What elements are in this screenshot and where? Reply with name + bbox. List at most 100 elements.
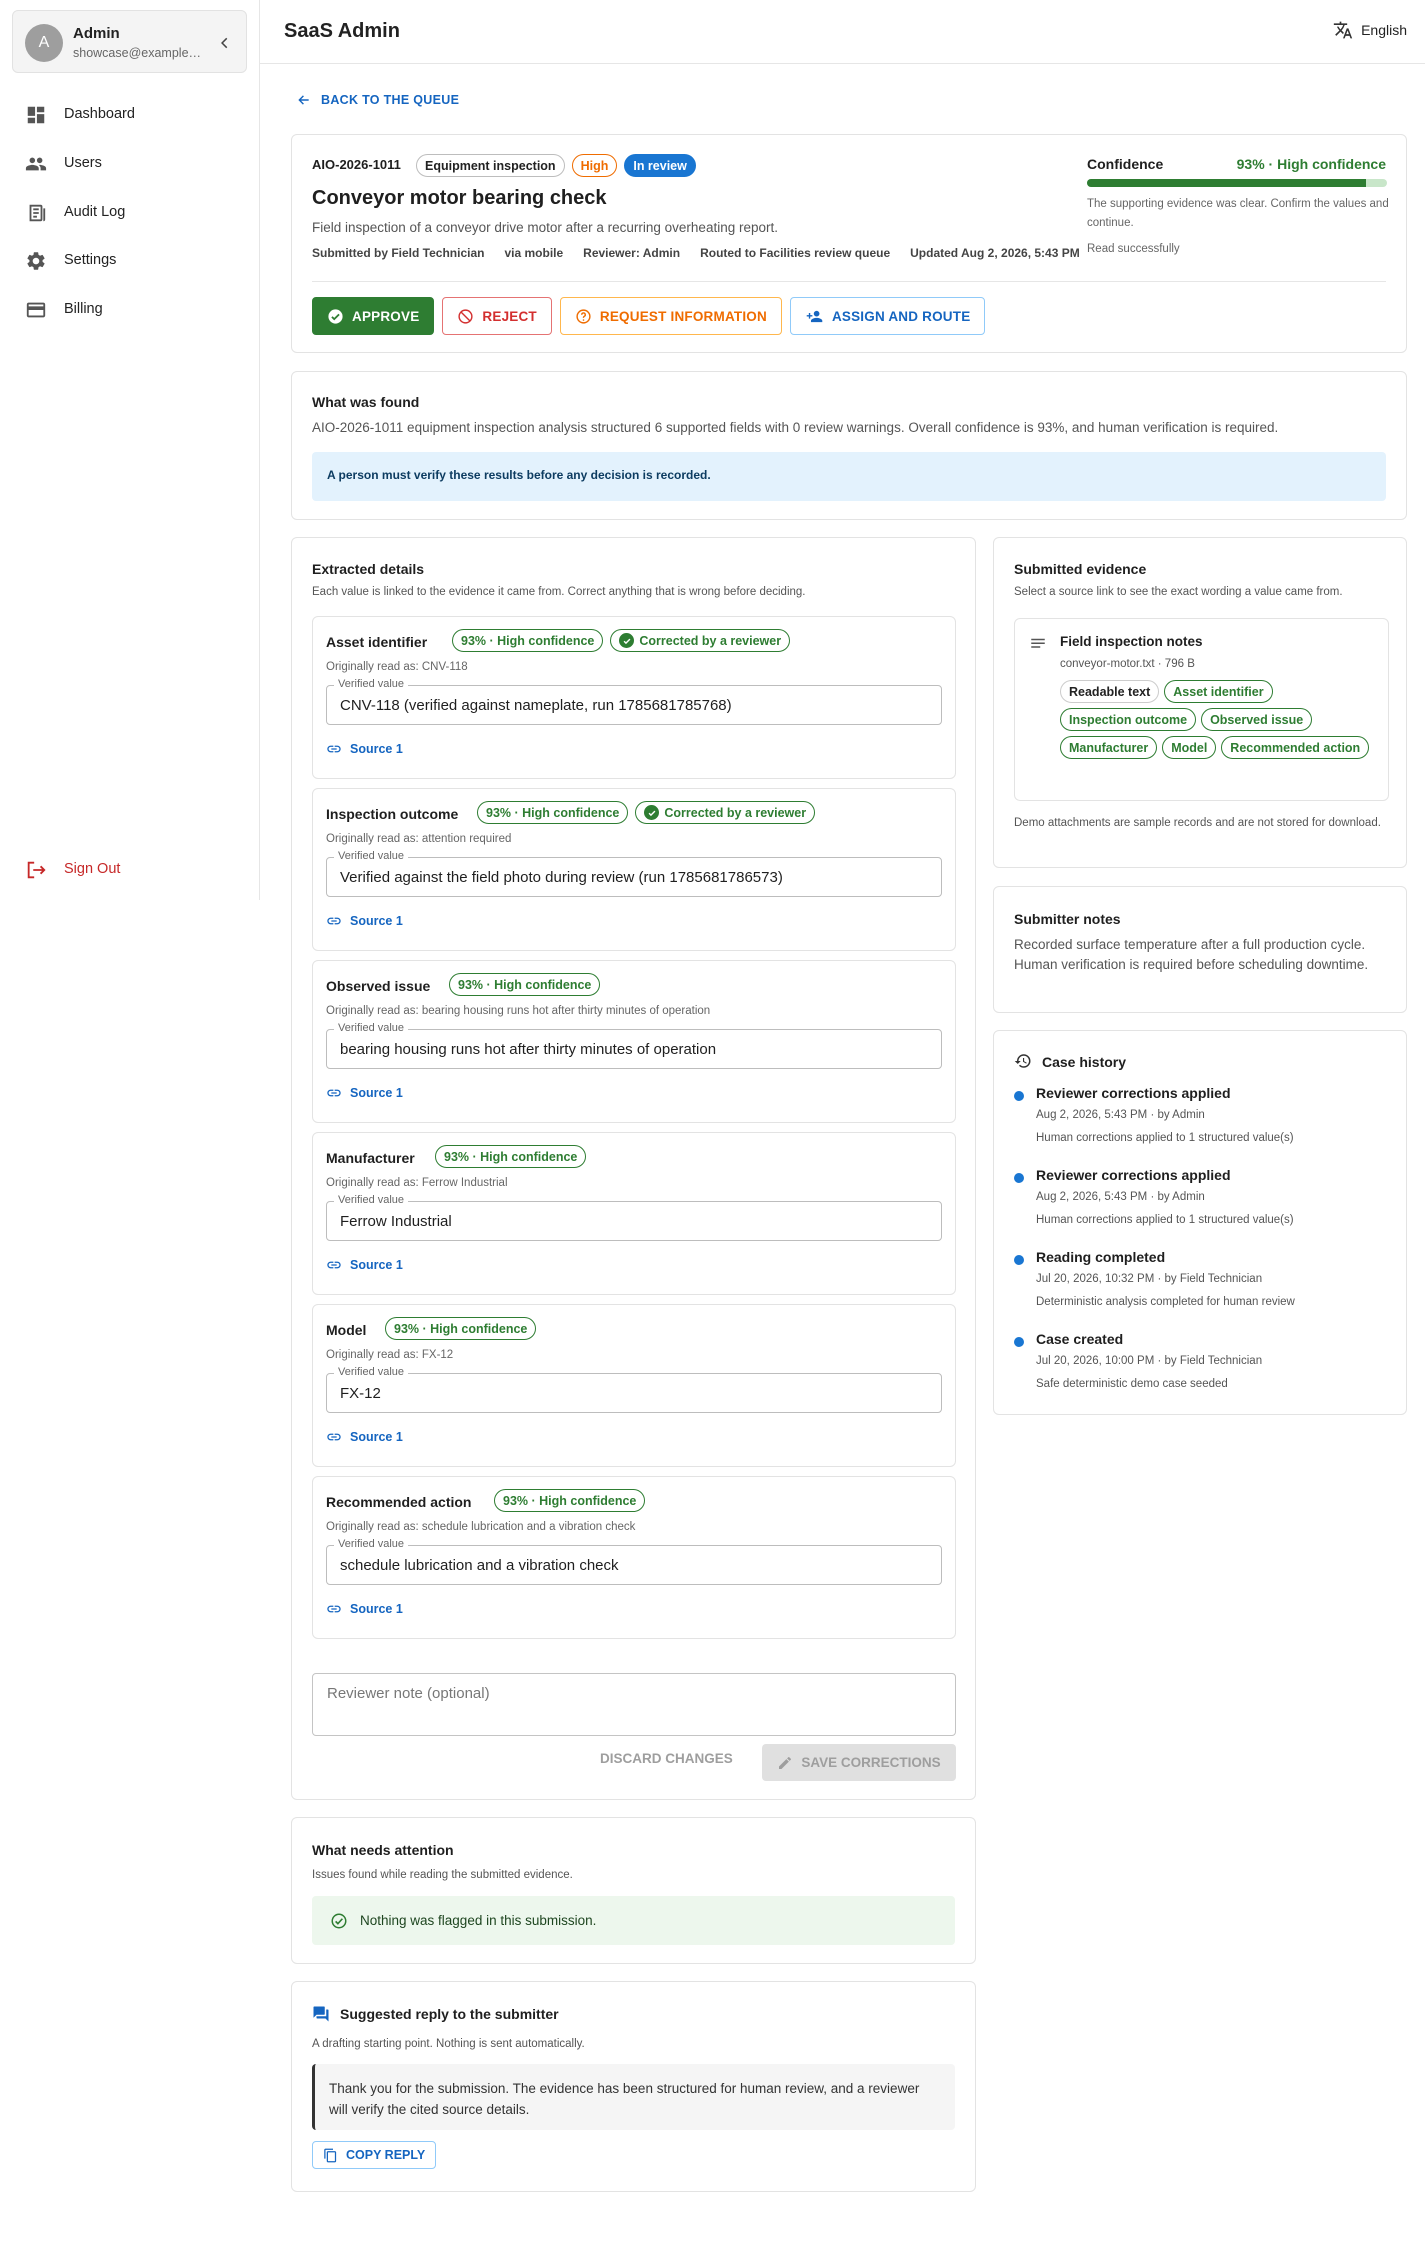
extracted-details-card: Extracted details Each value is linked t… [291,537,976,1800]
approve-button[interactable]: APPROVE [312,297,435,335]
meta-route: Routed to Facilities review queue [700,246,891,260]
priority-chip: High [571,154,618,177]
back-to-queue-link[interactable]: BACK TO THE QUEUE [297,93,459,107]
history-icon [1014,1054,1031,1068]
confidence-chip: 93% · High confidence [385,1317,537,1340]
link-icon [327,917,341,925]
field-chips: 93% · High confidence [385,1317,537,1340]
original-reading: Originally read as: attention required [326,833,512,845]
corrected-label: Corrected by a reviewer [639,633,782,648]
verified-value-input[interactable]: Verified against the field photo during … [326,857,942,897]
users-icon [25,157,47,171]
notes-icon [1031,638,1045,648]
collapse-sidebar-button[interactable] [213,31,237,55]
status-chip: In review [624,154,696,177]
section-title: Case history [1042,1054,1127,1070]
field-chips: 93% · High confidence [435,1145,587,1168]
verified-value-input[interactable]: schedule lubrication and a vibration che… [326,1545,942,1585]
translate-icon [1333,21,1353,39]
extracted-field: Recommended action 93% · High confidence O… [312,1476,956,1639]
submitted-evidence-card: Submitted evidence Select a source link … [993,537,1407,868]
meta-channel: via mobile [504,246,564,260]
field-chips: 93% · High confidence [494,1489,646,1512]
source-link[interactable]: Source 1 [326,913,403,929]
sidebar-item-audit-log[interactable]: Audit Log [0,190,259,234]
request-information-button[interactable]: REQUEST INFORMATION [559,297,782,335]
source-link[interactable]: Source 1 [326,1429,403,1445]
original-reading: Originally read as: Ferrow Industrial [326,1177,508,1189]
save-corrections-button[interactable]: SAVE CORRECTIONS [762,1744,956,1781]
reject-button[interactable]: REJECT [442,297,552,335]
extracted-field: Observed issue 93% · High confidence Origi… [312,960,956,1123]
submitter-notes-body: Recorded surface temperature after a ful… [1014,937,1369,972]
verified-value-label: Verified value [334,1366,409,1379]
history-title: Reading completed [1036,1249,1166,1265]
confidence-chip: 93% · High confidence [435,1145,587,1168]
found-summary: AIO-2026-1011 equipment inspection analy… [312,420,1279,435]
source-label: Source 1 [350,742,403,756]
reviewer-note-input[interactable]: Reviewer note (optional) [312,1673,956,1736]
language-selector[interactable]: English [1333,20,1407,40]
section-title: Submitter notes [1014,911,1121,927]
decision-actions: APPROVE REJECT REQUEST INFORMATION ASSIG… [312,297,986,335]
source-chip[interactable]: Recommended action [1221,736,1370,759]
confidence-note: The supporting evidence was clear. Confi… [1087,198,1389,229]
source-chip[interactable]: Manufacturer [1060,736,1158,759]
submitter-notes-card: Submitter notes Recorded surface tempera… [993,886,1407,1013]
source-chip[interactable]: Inspection outcome [1060,708,1197,731]
field-chips: 93% · High confidence Corrected by a revi… [452,629,791,652]
evidence-source-chips: Readable text Asset identifier Inspectio… [1060,680,1380,759]
app-title: SaaS Admin [284,20,400,42]
verified-value-input[interactable]: FX-12 [326,1373,942,1413]
account-name: Admin [73,25,120,42]
source-chip[interactable]: Readable text [1060,680,1160,703]
evidence-file-meta: conveyor-motor.txt · 796 B [1060,658,1195,670]
sidebar-item-billing[interactable]: Billing [0,287,259,331]
check-circle-icon [644,805,660,820]
sidebar-item-settings[interactable]: Settings [0,238,259,282]
source-link[interactable]: Source 1 [326,1085,403,1101]
extracted-field: Model 93% · High confidence Originally rea… [312,1304,956,1467]
help-circle-icon [576,308,591,324]
assign-and-route-button[interactable]: ASSIGN AND ROUTE [789,297,986,335]
history-meta: Aug 2, 2026, 5:43 PM · by Admin [1036,1109,1205,1121]
source-link[interactable]: Source 1 [326,1257,403,1273]
source-chip[interactable]: Observed issue [1201,708,1313,731]
credit-card-icon [26,302,46,318]
sidebar-item-label: Billing [64,301,103,317]
section-title: Suggested reply to the submitter [340,2006,559,2022]
account-email: showcase@example.com [73,46,203,60]
edit-icon [779,1756,792,1769]
section-title: Extracted details [312,561,425,577]
section-subtitle: Issues found while reading the submitted… [312,1869,573,1881]
source-label: Source 1 [350,1086,403,1100]
sidebar-item-dashboard[interactable]: Dashboard [0,92,259,136]
history-title: Case created [1036,1331,1124,1347]
source-link[interactable]: Source 1 [326,741,403,757]
evidence-file[interactable]: Field inspection notes conveyor-motor.tx… [1014,618,1389,801]
evidence-footer: Demo attachments are sample records and … [1014,817,1381,829]
sign-out-button[interactable]: Sign Out [0,847,259,891]
field-name: Inspection outcome [326,806,459,822]
verified-value-input[interactable]: bearing housing runs hot after thirty mi… [326,1029,942,1069]
what-needs-attention-card: What needs attention Issues found while … [291,1817,976,1964]
link-icon [327,1605,341,1613]
top-header: SaaS Admin English [260,0,1425,64]
meta-submitted: Submitted by Field Technician [312,246,485,260]
verified-value-input[interactable]: CNV-118 (verified against nameplate, run… [326,685,942,725]
source-link[interactable]: Source 1 [326,1601,403,1617]
sidebar-item-label: Audit Log [64,204,126,220]
reject-label: REJECT [482,308,537,324]
verified-value-input[interactable]: Ferrow Industrial [326,1201,942,1241]
sidebar-item-users[interactable]: Users [0,141,259,185]
what-was-found-card: What was found AIO-2026-1011 equipment i… [291,371,1407,520]
discard-changes-button[interactable]: DISCARD CHANGES [600,1751,733,1766]
source-chip[interactable]: Asset identifier [1164,680,1273,703]
original-reading: Originally read as: CNV-118 [326,661,468,673]
case-description: Field inspection of a conveyor drive mot… [312,220,778,235]
source-chip[interactable]: Model [1162,736,1217,759]
copy-reply-button[interactable]: COPY REPLY [312,2141,437,2169]
account-card[interactable]: A Admin showcase@example.com [12,10,247,73]
reading-status: Read successfully [1087,243,1180,255]
history-meta: Jul 20, 2026, 10:32 PM · by Field Techni… [1036,1273,1263,1285]
